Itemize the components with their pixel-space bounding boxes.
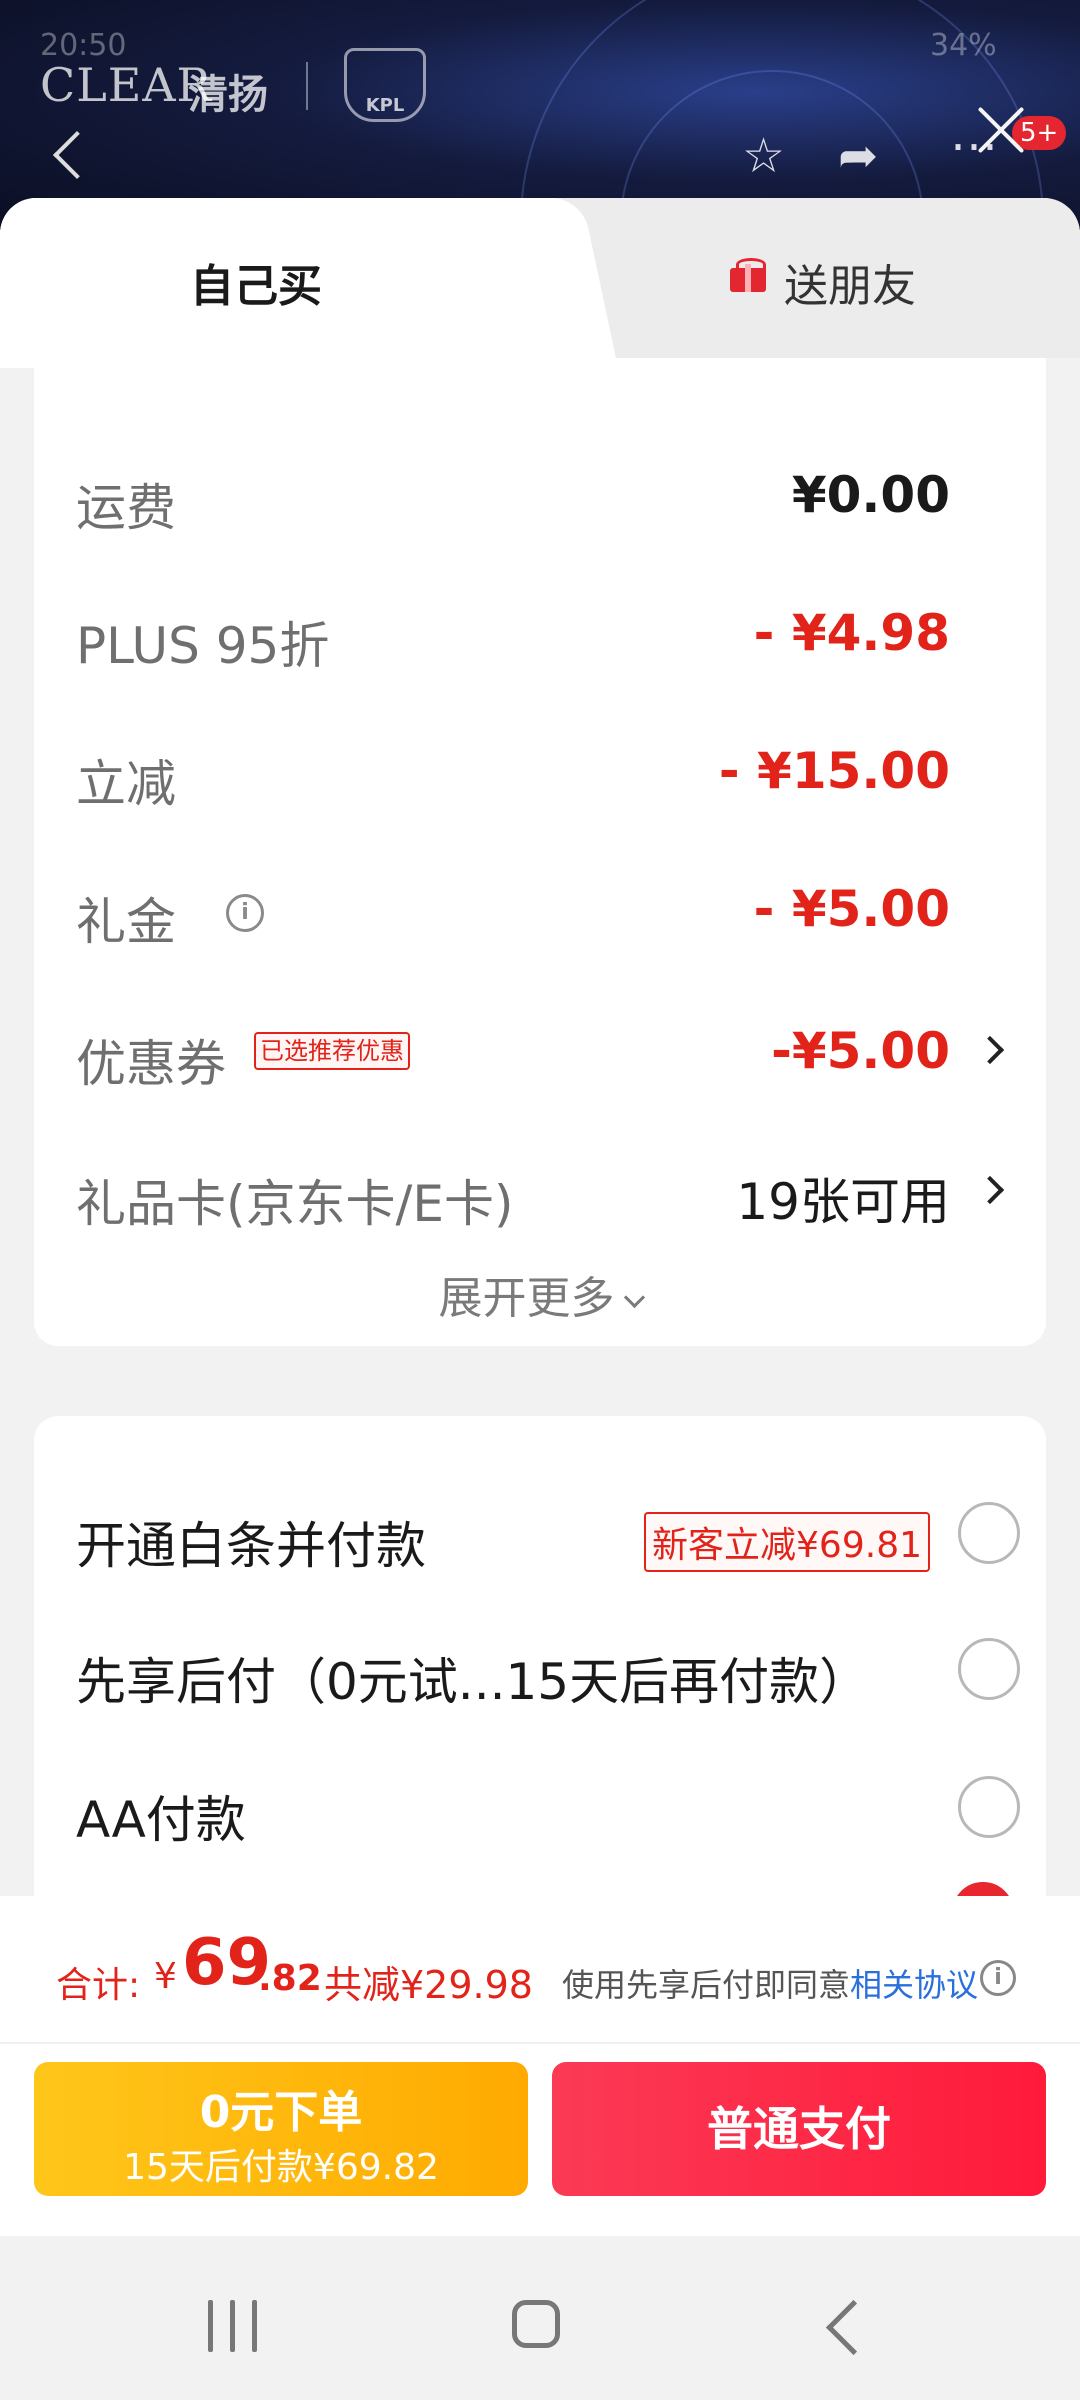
payment-option-baitiao[interactable]: 开通白条并付款 新客立减¥69.81 xyxy=(76,1476,1020,1586)
gift-icon xyxy=(730,258,766,292)
zero-order-button[interactable]: 0元下单 15天后付款¥69.82 xyxy=(34,2062,528,2196)
price-breakdown-card: 运费 ¥0.00 PLUS 95折 - ¥4.98 立减 - ¥15.00 礼金… xyxy=(34,358,1046,1346)
home-icon[interactable] xyxy=(512,2300,560,2348)
divider xyxy=(0,2042,1080,2044)
info-icon[interactable]: i xyxy=(980,1960,1016,1996)
radio-button[interactable] xyxy=(958,1776,1020,1838)
info-icon[interactable]: i xyxy=(226,894,264,932)
coupon-recommended-tag: 已选推荐优惠 xyxy=(254,1032,410,1070)
expand-more-button[interactable]: 展开更多 xyxy=(34,1262,1046,1326)
radio-button[interactable] xyxy=(958,1638,1020,1700)
shipping-row: 运费 ¥0.00 xyxy=(76,446,1010,537)
status-battery: 34% xyxy=(930,28,997,63)
row-label: 立减 xyxy=(76,755,176,813)
zero-order-sublabel: 15天后付款¥69.82 xyxy=(123,2147,439,2188)
row-value: - ¥15.00 xyxy=(718,742,950,800)
tab-buy-self-label[interactable]: 自己买 xyxy=(190,250,322,314)
payment-option-pay-later[interactable]: 先享后付（0元试...15天后再付款） xyxy=(76,1612,1020,1722)
kpl-logo: KPL xyxy=(344,48,426,122)
radio-button[interactable] xyxy=(958,1502,1020,1564)
agreement-prefix: 使用先享后付即同意 xyxy=(562,1966,851,2004)
row-label: 礼金 xyxy=(76,893,176,951)
tab-send-friend[interactable]: 送朋友 xyxy=(784,250,916,314)
star-icon[interactable]: ☆ xyxy=(742,132,785,180)
row-label: 优惠券 xyxy=(76,1035,226,1093)
expand-more-label: 展开更多 xyxy=(438,1273,615,1324)
chevron-down-icon xyxy=(623,1286,645,1309)
payment-methods-card: 开通白条并付款 新客立减¥69.81 先享后付（0元试...15天后再付款） A… xyxy=(34,1416,1046,1898)
close-icon[interactable] xyxy=(970,100,1030,160)
normal-pay-button[interactable]: 普通支付 xyxy=(552,2062,1046,2196)
checkout-sheet: 自己买 送朋友 运费 ¥0.00 PLUS 95折 - ¥4.98 立减 - ¥… xyxy=(0,198,1080,1898)
checkout-bar: 合计: ¥ 69 .82 共减¥29.98 使用先享后付即同意相关协议 i 0元… xyxy=(0,1896,1080,2236)
agreement-link[interactable]: 相关协议 xyxy=(850,1966,978,2004)
row-value: 19张可用 xyxy=(736,1173,950,1231)
row-value: -¥5.00 xyxy=(771,1022,950,1080)
brand-divider xyxy=(306,62,308,110)
gift-card-row[interactable]: 礼品卡(京东卡/E卡) 19张可用 xyxy=(76,1142,1010,1233)
row-value: - ¥4.98 xyxy=(753,604,950,662)
payment-option-label: 先享后付（0元试...15天后再付款） xyxy=(76,1653,870,1711)
total-label: 合计: xyxy=(56,1965,141,2006)
row-label: 礼品卡(京东卡/E卡) xyxy=(76,1175,514,1233)
payment-option-aa[interactable]: AA付款 xyxy=(76,1750,1020,1860)
brand-logo-cn: 清扬 xyxy=(188,72,268,118)
back-icon[interactable] xyxy=(52,130,102,180)
total-decimal: .82 xyxy=(258,1958,322,1999)
chevron-right-icon xyxy=(975,1175,1005,1205)
payment-option-label: AA付款 xyxy=(76,1791,246,1849)
row-label: 运费 xyxy=(76,479,176,537)
plus-discount-row: PLUS 95折 - ¥4.98 xyxy=(76,584,1010,675)
gift-money-row: 礼金 i - ¥5.00 xyxy=(76,860,1010,951)
coupon-row[interactable]: 优惠券 已选推荐优惠 -¥5.00 xyxy=(76,1002,1010,1093)
total-saved: 共减¥29.98 xyxy=(324,1963,533,2007)
brand-logo: CLEAR xyxy=(40,58,213,112)
payment-option-label: 开通白条并付款 xyxy=(76,1517,426,1575)
row-label: PLUS 95折 xyxy=(76,617,330,675)
chevron-right-icon xyxy=(975,1035,1005,1065)
row-value: ¥0.00 xyxy=(791,466,950,524)
background-header: 20:50 34% CLEAR 清扬 KPL ☆ ➦ ⋯ xyxy=(0,0,1080,230)
recent-apps-icon[interactable] xyxy=(208,2300,260,2352)
back-nav-icon[interactable] xyxy=(825,2299,882,2356)
instant-discount-row: 立减 - ¥15.00 xyxy=(76,722,1010,813)
zero-order-label: 0元下单 xyxy=(199,2087,363,2138)
agreement-text: 使用先享后付即同意相关协议 xyxy=(562,1960,978,2006)
row-value: - ¥5.00 xyxy=(753,880,950,938)
system-navigation-bar xyxy=(0,2236,1080,2400)
total-currency: ¥ xyxy=(154,1956,177,1997)
share-icon[interactable]: ➦ xyxy=(838,132,878,180)
new-customer-discount-tag: 新客立减¥69.81 xyxy=(644,1512,930,1572)
